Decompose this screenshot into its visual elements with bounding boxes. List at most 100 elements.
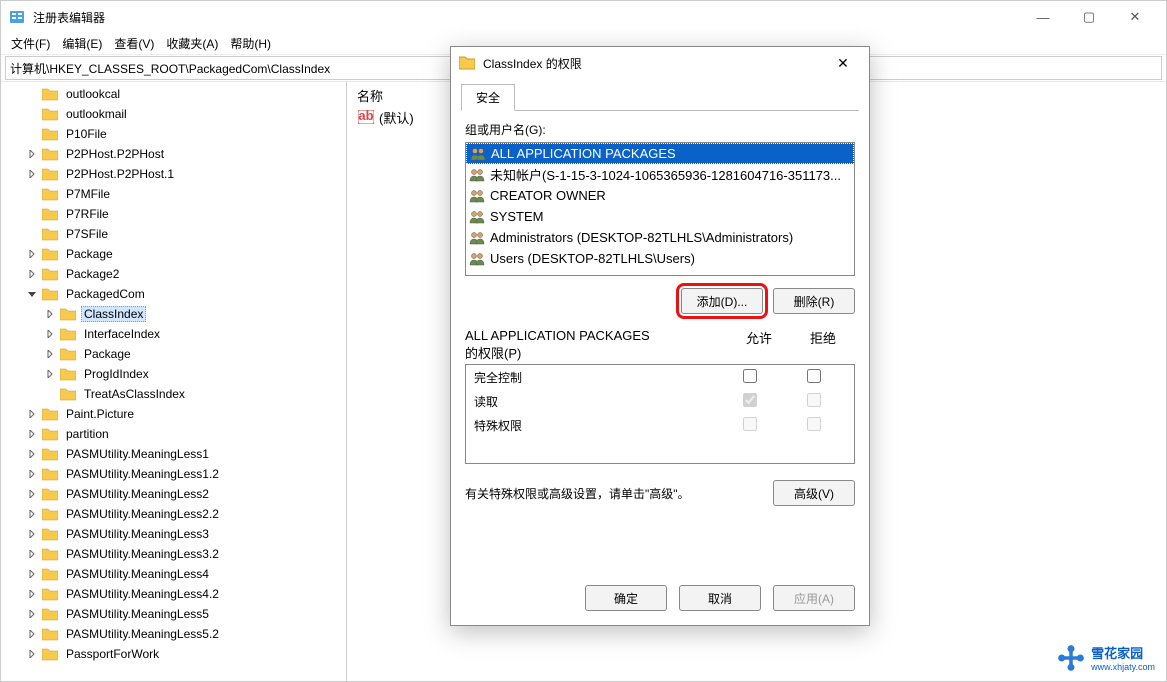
tree-item[interactable]: PASMUtility.MeaningLess5.2 [1,624,346,644]
folder-icon [41,548,59,561]
folder-icon [41,508,59,521]
column-name[interactable]: 名称 [357,86,383,105]
tree-item[interactable]: P10File [1,124,346,144]
cancel-button[interactable]: 取消 [679,585,761,611]
advanced-row: 有关特殊权限或高级设置，请单击"高级"。 高级(V) [465,480,855,506]
chevron-right-icon[interactable] [25,470,39,478]
tree-item[interactable]: P7SFile [1,224,346,244]
dialog-titlebar[interactable]: ClassIndex 的权限 ✕ [451,47,869,79]
menu-edit[interactable]: 编辑(E) [56,33,108,54]
user-list[interactable]: ALL APPLICATION PACKAGES未知帐户(S-1-15-3-10… [465,142,855,276]
chevron-right-icon[interactable] [43,310,57,318]
tree-item[interactable]: P2PHost.P2PHost.1 [1,164,346,184]
dialog-close-button[interactable]: ✕ [825,48,861,78]
tree-item-label: Package [63,246,116,262]
chevron-right-icon[interactable] [25,590,39,598]
apply-button[interactable]: 应用(A) [773,585,855,611]
chevron-right-icon[interactable] [25,550,39,558]
tree-item[interactable]: outlookmail [1,104,346,124]
tree-item[interactable]: PASMUtility.MeaningLess3 [1,524,346,544]
allow-checkbox[interactable] [743,369,757,383]
advanced-button[interactable]: 高级(V) [773,480,855,506]
deny-checkbox[interactable] [807,369,821,383]
user-list-item[interactable]: SYSTEM [466,206,854,227]
tree-item[interactable]: PassportForWork [1,644,346,664]
chevron-right-icon[interactable] [25,610,39,618]
folder-icon [41,528,59,541]
add-button[interactable]: 添加(D)... [681,288,763,314]
advanced-text: 有关特殊权限或高级设置，请单击"高级"。 [465,485,773,502]
chevron-down-icon[interactable] [25,290,39,298]
tree-item[interactable]: PASMUtility.MeaningLess2.2 [1,504,346,524]
dialog-body: 安全 组或用户名(G): ALL APPLICATION PACKAGES未知帐… [451,79,869,575]
tree-item-label: partition [63,426,112,442]
tree-item[interactable]: P7RFile [1,204,346,224]
tree-item[interactable]: Package [1,244,346,264]
tree-item[interactable]: PackagedCom [1,284,346,304]
tree-item[interactable]: PASMUtility.MeaningLess2 [1,484,346,504]
user-list-item[interactable]: CREATOR OWNER [466,185,854,206]
tree-item[interactable]: partition [1,424,346,444]
user-list-item[interactable]: Users (DESKTOP-82TLHLS\Users) [466,248,854,269]
chevron-right-icon[interactable] [25,530,39,538]
user-list-item-label: SYSTEM [490,209,543,224]
tree-item[interactable]: PASMUtility.MeaningLess4 [1,564,346,584]
menu-file[interactable]: 文件(F) [5,33,56,54]
remove-button[interactable]: 删除(R) [773,288,855,314]
chevron-right-icon[interactable] [25,170,39,178]
folder-icon [41,248,59,261]
watermark-text: 雪花家园 [1091,646,1143,661]
chevron-right-icon[interactable] [25,250,39,258]
chevron-right-icon[interactable] [25,150,39,158]
tree-item-label: P7MFile [63,186,113,202]
folder-icon [41,88,59,101]
close-button[interactable]: ✕ [1112,1,1158,33]
tree-item[interactable]: outlookcal [1,84,346,104]
tree-item[interactable]: P2PHost.P2PHost [1,144,346,164]
tree-item[interactable]: ProgIdIndex [1,364,346,384]
chevron-right-icon[interactable] [25,650,39,658]
chevron-right-icon[interactable] [25,270,39,278]
chevron-right-icon[interactable] [25,410,39,418]
tree-item[interactable]: InterfaceIndex [1,324,346,344]
regedit-icon [9,9,25,25]
chevron-right-icon[interactable] [25,630,39,638]
value-name: (默认) [379,108,414,127]
user-list-item[interactable]: ALL APPLICATION PACKAGES [466,143,854,164]
tree-item[interactable]: ClassIndex [1,304,346,324]
menu-view[interactable]: 查看(V) [108,33,160,54]
chevron-right-icon[interactable] [25,450,39,458]
chevron-right-icon[interactable] [25,570,39,578]
user-list-item[interactable]: 未知帐户(S-1-15-3-1024-1065365936-1281604716… [466,164,854,185]
menu-help[interactable]: 帮助(H) [224,33,277,54]
chevron-right-icon[interactable] [25,490,39,498]
tree-item-label: outlookcal [63,86,123,102]
minimize-button[interactable]: — [1020,1,1066,33]
chevron-right-icon[interactable] [43,330,57,338]
tree-item[interactable]: PASMUtility.MeaningLess1.2 [1,464,346,484]
tree-item[interactable]: PASMUtility.MeaningLess5 [1,604,346,624]
tree-item[interactable]: PASMUtility.MeaningLess4.2 [1,584,346,604]
folder-icon [41,488,59,501]
tree-item-label: PASMUtility.MeaningLess5 [63,606,212,622]
tree-item[interactable]: PASMUtility.MeaningLess3.2 [1,544,346,564]
tree-item[interactable]: Package [1,344,346,364]
tree-item[interactable]: PASMUtility.MeaningLess1 [1,444,346,464]
allow-checkbox [743,417,757,431]
menu-favorites[interactable]: 收藏夹(A) [160,33,224,54]
tree-item[interactable]: P7MFile [1,184,346,204]
maximize-button[interactable]: ▢ [1066,1,1112,33]
window-title: 注册表编辑器 [33,9,1020,26]
user-list-item[interactable]: Administrators (DESKTOP-82TLHLS\Administ… [466,227,854,248]
chevron-right-icon[interactable] [25,430,39,438]
ok-button[interactable]: 确定 [585,585,667,611]
column-allow: 允许 [727,328,791,362]
tab-security[interactable]: 安全 [461,84,515,111]
chevron-right-icon[interactable] [25,510,39,518]
chevron-right-icon[interactable] [43,350,57,358]
tree-item[interactable]: Paint.Picture [1,404,346,424]
tree-item[interactable]: TreatAsClassIndex [1,384,346,404]
chevron-right-icon[interactable] [43,370,57,378]
tree-item[interactable]: Package2 [1,264,346,284]
tree-pane[interactable]: outlookcaloutlookmailP10FileP2PHost.P2PH… [1,82,347,681]
